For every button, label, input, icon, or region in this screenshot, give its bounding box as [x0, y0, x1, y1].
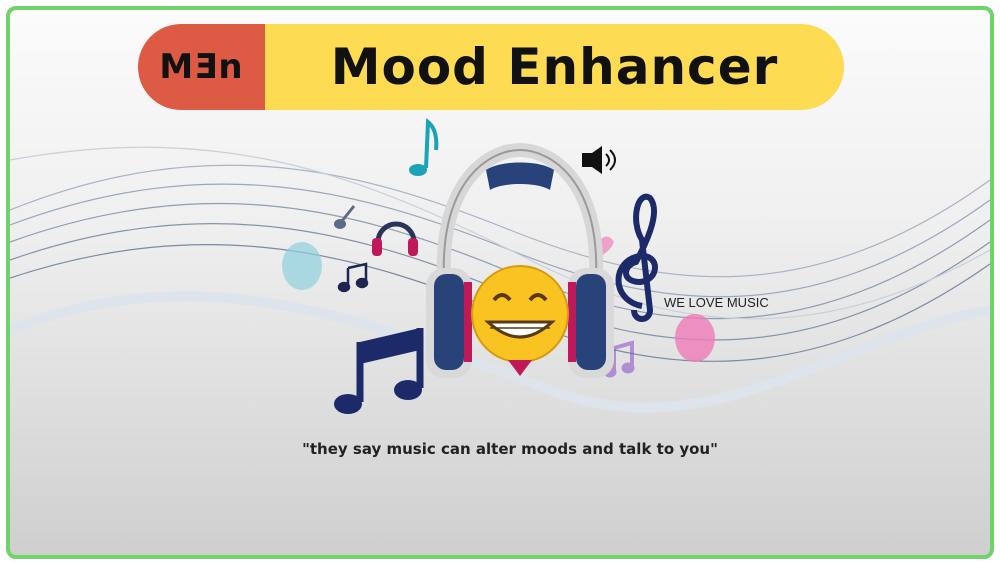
quote-text: "they say music can alter moods and talk… [302, 440, 718, 458]
treble-clef-icon [615, 193, 658, 322]
app-title: Mood Enhancer [330, 38, 779, 96]
app-logo: MƎn [159, 47, 244, 87]
title-banner: Mood Enhancer [265, 24, 844, 110]
speaker-icon [582, 146, 616, 174]
app-header: MƎn Mood Enhancer [138, 24, 844, 110]
grinning-face-icon [471, 265, 569, 376]
music-note-icon [409, 117, 439, 176]
app-frame: MƎn Mood Enhancer WE LOVE MUSIC "they sa… [6, 6, 994, 559]
we-love-music-label: WE LOVE MUSIC [664, 295, 769, 310]
guitar-icon [334, 205, 356, 229]
double-note-large-icon [334, 328, 424, 414]
headphones-small-icon [372, 221, 418, 256]
logo-badge[interactable]: MƎn [138, 24, 265, 110]
double-note-small-icon [337, 262, 369, 293]
